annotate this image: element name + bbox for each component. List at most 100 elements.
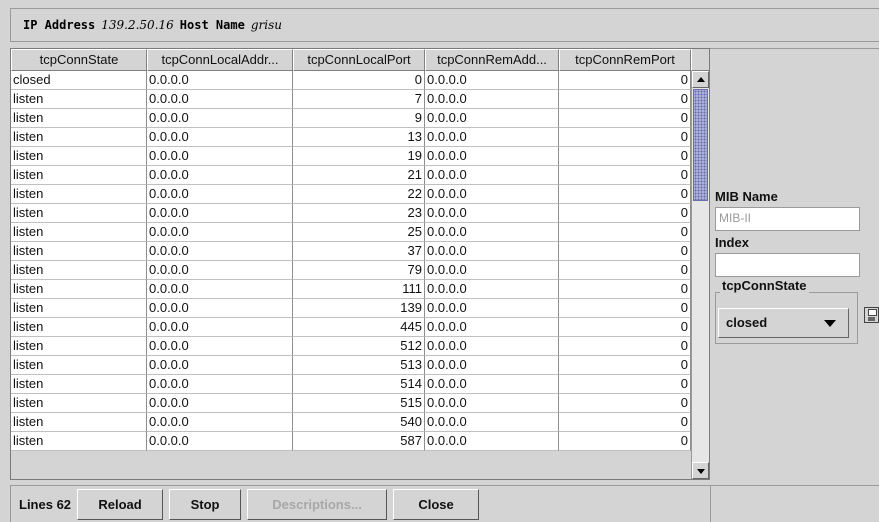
cell-local-port[interactable]: 587 <box>293 432 425 451</box>
cell-local-addr[interactable]: 0.0.0.0 <box>147 356 293 375</box>
cell-local-port[interactable]: 540 <box>293 413 425 432</box>
cell-rem-addr[interactable]: 0.0.0.0 <box>425 147 559 166</box>
cell-rem-port[interactable]: 0 <box>559 166 691 185</box>
scroll-thumb[interactable] <box>693 89 708 201</box>
table-row[interactable]: listen 0.0.0.0 22 0.0.0.0 0 <box>11 185 691 204</box>
cell-rem-addr[interactable]: 0.0.0.0 <box>425 71 559 90</box>
table-row[interactable]: listen 0.0.0.0 21 0.0.0.0 0 <box>11 166 691 185</box>
cell-tcpconnstate[interactable]: listen <box>11 375 147 394</box>
cell-tcpconnstate[interactable]: listen <box>11 394 147 413</box>
cell-rem-port[interactable]: 0 <box>559 413 691 432</box>
cell-rem-port[interactable]: 0 <box>559 71 691 90</box>
index-field[interactable] <box>715 253 860 277</box>
cell-local-addr[interactable]: 0.0.0.0 <box>147 432 293 451</box>
cell-local-addr[interactable]: 0.0.0.0 <box>147 223 293 242</box>
cell-local-addr[interactable]: 0.0.0.0 <box>147 90 293 109</box>
table-row[interactable]: listen 0.0.0.0 139 0.0.0.0 0 <box>11 299 691 318</box>
cell-rem-addr[interactable]: 0.0.0.0 <box>425 375 559 394</box>
column-header-tcpconnlocalport[interactable]: tcpConnLocalPort <box>293 49 425 71</box>
table-row[interactable]: listen 0.0.0.0 512 0.0.0.0 0 <box>11 337 691 356</box>
cell-local-addr[interactable]: 0.0.0.0 <box>147 299 293 318</box>
cell-local-port[interactable]: 111 <box>293 280 425 299</box>
column-header-tcpconnstate[interactable]: tcpConnState <box>11 49 147 71</box>
cell-local-port[interactable]: 19 <box>293 147 425 166</box>
cell-tcpconnstate[interactable]: listen <box>11 242 147 261</box>
cell-tcpconnstate[interactable]: listen <box>11 261 147 280</box>
cell-local-port[interactable]: 445 <box>293 318 425 337</box>
reload-button[interactable]: Reload <box>77 488 164 520</box>
cell-rem-addr[interactable]: 0.0.0.0 <box>425 128 559 147</box>
cell-rem-addr[interactable]: 0.0.0.0 <box>425 223 559 242</box>
cell-local-addr[interactable]: 0.0.0.0 <box>147 166 293 185</box>
cell-tcpconnstate[interactable]: closed <box>11 71 147 90</box>
cell-rem-port[interactable]: 0 <box>559 147 691 166</box>
cell-local-port[interactable]: 23 <box>293 204 425 223</box>
cell-local-addr[interactable]: 0.0.0.0 <box>147 318 293 337</box>
cell-rem-addr[interactable]: 0.0.0.0 <box>425 204 559 223</box>
column-header-tcpconnlocaladdr[interactable]: tcpConnLocalAddr... <box>147 49 293 71</box>
cell-local-addr[interactable]: 0.0.0.0 <box>147 71 293 90</box>
cell-local-addr[interactable]: 0.0.0.0 <box>147 242 293 261</box>
cell-rem-port[interactable]: 0 <box>559 356 691 375</box>
scroll-up-arrow-icon[interactable] <box>692 71 709 88</box>
cell-rem-addr[interactable]: 0.0.0.0 <box>425 299 559 318</box>
table-row[interactable]: listen 0.0.0.0 9 0.0.0.0 0 <box>11 109 691 128</box>
cell-tcpconnstate[interactable]: listen <box>11 299 147 318</box>
cell-local-port[interactable]: 515 <box>293 394 425 413</box>
cell-local-addr[interactable]: 0.0.0.0 <box>147 185 293 204</box>
column-header-tcpconnremport[interactable]: tcpConnRemPort <box>559 49 691 71</box>
cell-tcpconnstate[interactable]: listen <box>11 185 147 204</box>
table-row[interactable]: listen 0.0.0.0 7 0.0.0.0 0 <box>11 90 691 109</box>
cell-rem-addr[interactable]: 0.0.0.0 <box>425 109 559 128</box>
cell-tcpconnstate[interactable]: listen <box>11 432 147 451</box>
table-row[interactable]: listen 0.0.0.0 25 0.0.0.0 0 <box>11 223 691 242</box>
cell-rem-port[interactable]: 0 <box>559 223 691 242</box>
descriptions-button[interactable]: Descriptions... <box>247 488 388 520</box>
cell-rem-addr[interactable]: 0.0.0.0 <box>425 318 559 337</box>
cell-rem-addr[interactable]: 0.0.0.0 <box>425 242 559 261</box>
cell-local-port[interactable]: 514 <box>293 375 425 394</box>
table-row[interactable]: closed 0.0.0.0 0 0.0.0.0 0 <box>11 71 691 90</box>
tcp-conn-table[interactable]: tcpConnState tcpConnLocalAddr... tcpConn… <box>10 48 710 480</box>
table-row[interactable]: listen 0.0.0.0 111 0.0.0.0 0 <box>11 280 691 299</box>
cell-rem-port[interactable]: 0 <box>559 242 691 261</box>
cell-local-port[interactable]: 512 <box>293 337 425 356</box>
cell-rem-port[interactable]: 0 <box>559 299 691 318</box>
cell-rem-port[interactable]: 0 <box>559 280 691 299</box>
cell-local-port[interactable]: 21 <box>293 166 425 185</box>
tcpconnstate-select[interactable]: closed <box>718 308 849 338</box>
cell-rem-addr[interactable]: 0.0.0.0 <box>425 337 559 356</box>
cell-local-addr[interactable]: 0.0.0.0 <box>147 128 293 147</box>
cell-rem-addr[interactable]: 0.0.0.0 <box>425 432 559 451</box>
cell-local-addr[interactable]: 0.0.0.0 <box>147 337 293 356</box>
cell-tcpconnstate[interactable]: listen <box>11 356 147 375</box>
cell-tcpconnstate[interactable]: listen <box>11 318 147 337</box>
table-row[interactable]: listen 0.0.0.0 514 0.0.0.0 0 <box>11 375 691 394</box>
cell-rem-port[interactable]: 0 <box>559 318 691 337</box>
cell-rem-addr[interactable]: 0.0.0.0 <box>425 394 559 413</box>
cell-tcpconnstate[interactable]: listen <box>11 128 147 147</box>
cell-local-port[interactable]: 37 <box>293 242 425 261</box>
table-row[interactable]: listen 0.0.0.0 23 0.0.0.0 0 <box>11 204 691 223</box>
cell-local-port[interactable]: 0 <box>293 71 425 90</box>
cell-tcpconnstate[interactable]: listen <box>11 204 147 223</box>
cell-tcpconnstate[interactable]: listen <box>11 337 147 356</box>
cell-local-port[interactable]: 79 <box>293 261 425 280</box>
stop-button[interactable]: Stop <box>169 488 242 520</box>
cell-local-addr[interactable]: 0.0.0.0 <box>147 394 293 413</box>
cell-tcpconnstate[interactable]: listen <box>11 280 147 299</box>
cell-rem-addr[interactable]: 0.0.0.0 <box>425 90 559 109</box>
cell-local-addr[interactable]: 0.0.0.0 <box>147 280 293 299</box>
cell-rem-addr[interactable]: 0.0.0.0 <box>425 413 559 432</box>
cell-tcpconnstate[interactable]: listen <box>11 90 147 109</box>
column-header-tcpconnremaddr[interactable]: tcpConnRemAdd... <box>425 49 559 71</box>
cell-rem-port[interactable]: 0 <box>559 204 691 223</box>
cell-rem-addr[interactable]: 0.0.0.0 <box>425 185 559 204</box>
table-row[interactable]: listen 0.0.0.0 515 0.0.0.0 0 <box>11 394 691 413</box>
table-row[interactable]: listen 0.0.0.0 445 0.0.0.0 0 <box>11 318 691 337</box>
cell-local-addr[interactable]: 0.0.0.0 <box>147 204 293 223</box>
cell-tcpconnstate[interactable]: listen <box>11 147 147 166</box>
cell-local-addr[interactable]: 0.0.0.0 <box>147 109 293 128</box>
table-row[interactable]: listen 0.0.0.0 79 0.0.0.0 0 <box>11 261 691 280</box>
cell-rem-port[interactable]: 0 <box>559 432 691 451</box>
